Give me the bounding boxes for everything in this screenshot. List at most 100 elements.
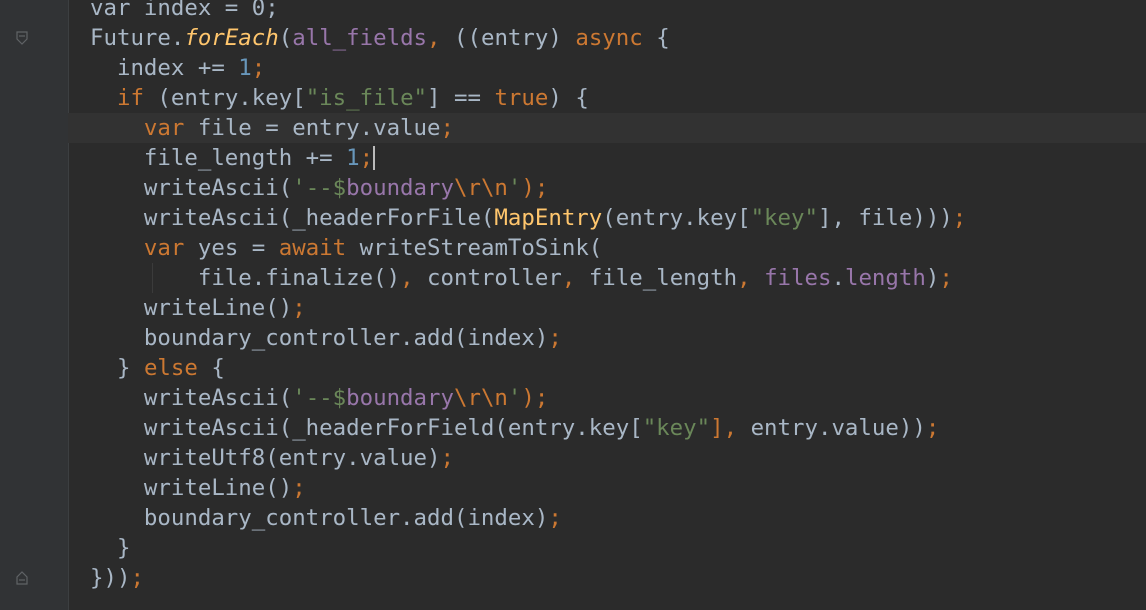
code-line[interactable]: writeAscii('--$boundary\r\n'); <box>90 173 1146 203</box>
code-token: forEach <box>184 25 279 51</box>
code-token: (entry.key[ <box>143 85 306 111</box>
code-token: { <box>642 25 670 51</box>
code-token: , <box>427 25 455 51</box>
code-line[interactable]: if (entry.key["is_file"] == true) { <box>90 83 1146 113</box>
code-line[interactable]: index += 1; <box>90 53 1146 83</box>
code-line[interactable]: })); <box>90 563 1146 593</box>
code-token: await <box>278 235 347 261</box>
code-token: '--$ <box>292 175 347 201</box>
code-token: else <box>143 355 198 381</box>
code-editor[interactable]: var index = 0; Future.forEach(all_fields,… <box>0 0 1146 610</box>
code-token: . <box>831 265 845 291</box>
code-line[interactable]: writeAscii(_headerForField(entry.key["ke… <box>90 413 1146 443</box>
code-token: 1 <box>238 55 252 81</box>
code-line[interactable]: file_length += 1; <box>90 143 1146 173</box>
code-line[interactable]: writeAscii(_headerForFile(MapEntry(entry… <box>90 203 1146 233</box>
code-token: boundary <box>346 175 454 201</box>
code-token: writeStreamToSink( <box>346 235 603 261</box>
code-token: ; <box>548 325 562 351</box>
code-line[interactable]: boundary_controller.add(index); <box>90 503 1146 533</box>
code-token: ], <box>817 205 859 231</box>
code-token: } <box>116 355 144 381</box>
code-line[interactable]: writeAscii('--$boundary\r\n'); <box>90 383 1146 413</box>
code-line[interactable]: writeUtf8(entry.value); <box>90 443 1146 473</box>
code-token: files <box>764 265 832 291</box>
code-token: ; <box>952 205 967 231</box>
code-token: ; <box>292 475 306 501</box>
code-token: , <box>400 265 428 291</box>
code-token: async <box>575 25 643 51</box>
code-token: ; <box>440 115 454 141</box>
code-token: writeAscii( <box>143 175 293 201</box>
code-line[interactable]: writeLine(); <box>90 473 1146 503</box>
code-token: 1 <box>346 145 360 171</box>
code-token: , <box>737 265 765 291</box>
code-token: ( <box>278 25 293 51</box>
code-token: file_length += <box>143 145 347 171</box>
code-token: entry.value)) <box>750 415 926 441</box>
code-token: } <box>116 535 131 561</box>
code-line[interactable]: writeLine(); <box>90 293 1146 323</box>
code-token: controller <box>427 265 562 291</box>
code-token: ) <box>925 265 940 291</box>
code-token: "key" <box>642 415 711 441</box>
code-token: ) { <box>548 85 589 111</box>
code-token: ; <box>925 415 940 441</box>
code-token: boundary <box>346 385 454 411</box>
code-token: ] == <box>427 85 495 111</box>
code-token: ; <box>292 295 306 321</box>
fold-marker-icon[interactable] <box>16 31 28 45</box>
code-token: ; <box>939 265 953 291</box>
indent-guide <box>152 263 153 293</box>
code-token: var index = 0; <box>90 0 279 21</box>
code-line[interactable]: } else { <box>90 353 1146 383</box>
code-token: var <box>143 235 185 261</box>
code-token: Future. <box>90 25 185 51</box>
code-line[interactable]: var file = entry.value; <box>68 113 1146 143</box>
code-token: writeLine() <box>143 295 293 321</box>
code-line[interactable]: boundary_controller.add(index); <box>90 323 1146 353</box>
code-token: \r\n <box>453 175 508 201</box>
code-line[interactable]: file.finalize(), controller, file_length… <box>90 263 1146 293</box>
code-token: MapEntry <box>494 205 603 231</box>
code-token: ; <box>251 55 266 81</box>
code-line[interactable]: var yes = await writeStreamToSink( <box>90 233 1146 263</box>
code-line[interactable]: } <box>90 533 1146 563</box>
code-token: file))) <box>858 205 953 231</box>
code-token: ; <box>130 565 144 591</box>
text-caret <box>373 146 376 170</box>
code-token: ; <box>359 145 374 171</box>
code-token: boundary_controller.add(index) <box>143 505 549 531</box>
code-line[interactable]: var index = 0; <box>90 0 1146 23</box>
code-token: writeLine() <box>143 475 293 501</box>
code-token: ; <box>440 445 454 471</box>
code-area[interactable]: var index = 0; Future.forEach(all_fields,… <box>68 0 1146 593</box>
code-token: file.finalize() <box>197 265 401 291</box>
code-token: all_fields <box>292 25 428 51</box>
code-token: index += <box>116 55 239 81</box>
code-token: ((entry) <box>454 25 576 51</box>
code-token: ); <box>521 385 549 411</box>
code-token: ], <box>710 415 751 441</box>
code-token: var <box>143 115 185 141</box>
code-token: file_length <box>588 265 738 291</box>
code-token: "key" <box>750 205 818 231</box>
code-line[interactable]: Future.forEach(all_fields, ((entry) asyn… <box>90 23 1146 53</box>
code-token: writeAscii(_headerForField(entry.key[ <box>143 415 643 441</box>
code-token: })) <box>90 565 131 591</box>
code-token: if <box>116 85 144 111</box>
fold-marker-icon[interactable] <box>16 571 28 585</box>
code-token: ); <box>521 175 549 201</box>
